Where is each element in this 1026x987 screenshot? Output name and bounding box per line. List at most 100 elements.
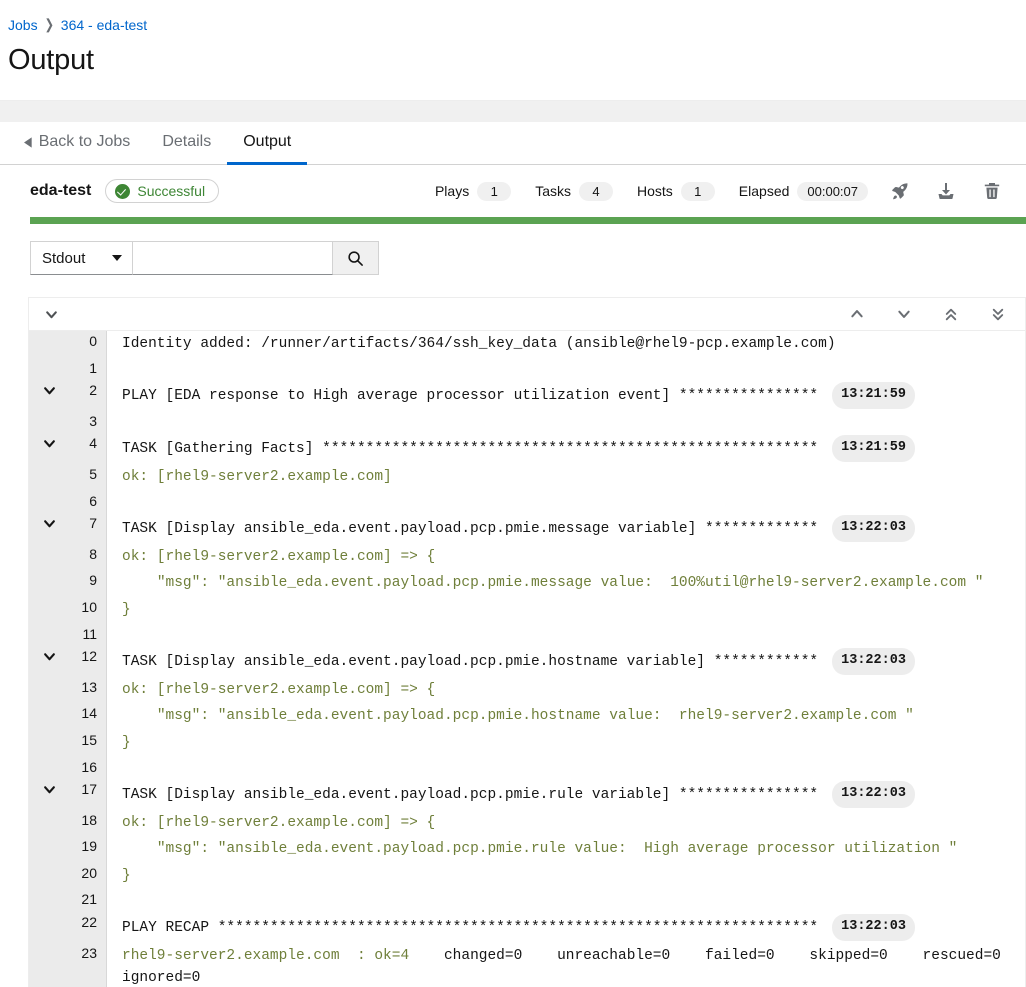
line-number: 13	[81, 678, 97, 695]
line-toggle-spacer	[29, 730, 69, 734]
tab-output-label: Output	[243, 133, 292, 150]
output-line: 21	[29, 889, 1025, 912]
line-toggle-spacer	[29, 889, 69, 893]
line-number: 2	[89, 382, 97, 399]
output-line: 2 PLAY [EDA response to High average proc…	[29, 380, 1025, 411]
line-number: 11	[82, 625, 97, 642]
line-text: "msg": "ansible_eda.event.payload.pcp.pm…	[122, 575, 984, 592]
console-toolbar	[29, 298, 1025, 331]
scroll-next-icon[interactable]	[897, 307, 911, 321]
line-toggle-chevron-down-icon[interactable]	[29, 513, 69, 530]
tab-back-to-jobs-label: Back to Jobs	[38, 133, 131, 150]
job-name: eda-test	[30, 182, 92, 199]
line-toggle-spacer	[29, 677, 69, 681]
line-number: 9	[89, 572, 97, 589]
scroll-first-icon[interactable]	[944, 307, 958, 322]
line-toggle-chevron-down-icon[interactable]	[29, 646, 69, 663]
expand-all-chevron-down-icon[interactable]	[45, 308, 58, 321]
header-divider-band	[0, 100, 1026, 122]
output-line: 1	[29, 358, 1025, 381]
delete-icon[interactable]	[982, 181, 1002, 201]
line-toggle-spacer	[29, 863, 69, 867]
output-line: 19 "msg": "ansible_eda.event.payload.pcp…	[29, 836, 1025, 863]
stat-elapsed: Elapsed 00:00:07	[738, 181, 868, 201]
line-number: 22	[81, 914, 97, 931]
output-line: 20}	[29, 863, 1025, 890]
output-type-select[interactable]: Stdout	[30, 241, 133, 275]
line-text: TASK [Display ansible_eda.event.payload.…	[106, 779, 1025, 810]
output-line: 11	[29, 624, 1025, 647]
stat-hosts-label: Hosts	[637, 183, 673, 199]
output-line-list: 0 Identity added: /runner/artifacts/364/s…	[29, 331, 1025, 987]
recap-host-ok: rhel9-server2.example.com : ok=4	[122, 947, 410, 964]
output-line: 23 rhel9-server2.example.com : ok=4 chang…	[29, 943, 1025, 987]
line-number: 14	[81, 705, 97, 722]
output-line: 15}	[29, 730, 1025, 757]
stat-elapsed-value: 00:00:07	[797, 181, 868, 201]
line-number: 7	[89, 515, 97, 532]
search-button[interactable]	[333, 241, 379, 275]
line-timestamp: 13:22:03	[832, 781, 915, 808]
stat-tasks-value: 4	[579, 181, 613, 201]
output-line: 5 ok: [rhel9-server2.example.com]	[29, 464, 1025, 491]
line-toggle-chevron-down-icon[interactable]	[29, 433, 69, 450]
check-circle-icon	[115, 183, 131, 199]
tab-output[interactable]: Output	[227, 122, 308, 165]
line-toggle-spacer	[29, 464, 69, 468]
line-text: PLAY [EDA response to High average proce…	[106, 380, 1025, 411]
breadcrumb: Jobs ❯ 364 - eda-test	[8, 16, 1026, 34]
line-number: 15	[81, 731, 97, 748]
line-number: 23	[81, 944, 97, 961]
line-text	[106, 491, 1025, 495]
line-text	[106, 411, 1025, 415]
output-line: 6	[29, 491, 1025, 514]
line-toggle-spacer	[29, 597, 69, 601]
line-number: 10	[81, 598, 97, 615]
scroll-previous-icon[interactable]	[850, 307, 864, 321]
status-badge[interactable]: Successful	[105, 179, 220, 203]
output-line: 22 PLAY RECAP ***************************…	[29, 912, 1025, 943]
output-line: 9 "msg": "ansible_eda.event.payload.pcp.…	[29, 570, 1025, 597]
tab-back-to-jobs[interactable]: ◀ Back to Jobs	[8, 122, 146, 165]
line-number: 16	[81, 758, 97, 775]
line-text: TASK [Gathering Facts] *****************…	[106, 433, 1025, 464]
line-text: rhel9-server2.example.com : ok=4 changed…	[106, 943, 1025, 987]
job-status-header: eda-test Successful Plays 1 Tasks 4 Host…	[0, 165, 1026, 215]
line-toggle-spacer	[29, 703, 69, 707]
scroll-last-icon[interactable]	[991, 307, 1005, 322]
line-timestamp: 13:22:03	[832, 914, 915, 941]
line-text: }	[122, 601, 131, 618]
stat-elapsed-label: Elapsed	[738, 183, 790, 199]
line-number: 4	[89, 435, 97, 452]
line-toggle-spacer	[29, 544, 69, 548]
stat-tasks: Tasks 4	[535, 181, 613, 201]
stat-plays: Plays 1	[435, 181, 512, 201]
status-badge-label: Successful	[137, 183, 206, 199]
line-number: 19	[81, 838, 97, 855]
breadcrumb-item-jobs[interactable]: Jobs	[8, 16, 38, 34]
tab-details[interactable]: Details	[146, 122, 227, 165]
line-number: 17	[81, 781, 97, 798]
output-console: 0 Identity added: /runner/artifacts/364/s…	[28, 297, 1026, 987]
tab-bar: ◀ Back to Jobs Details Output	[0, 122, 1026, 165]
line-timestamp: 13:21:59	[832, 435, 915, 462]
line-text	[106, 624, 1025, 628]
line-text: "msg": "ansible_eda.event.payload.pcp.pm…	[122, 708, 914, 725]
breadcrumb-item-job[interactable]: 364 - eda-test	[61, 16, 147, 34]
download-icon[interactable]	[936, 181, 956, 201]
line-toggle-chevron-down-icon[interactable]	[29, 779, 69, 796]
console-nav-controls	[850, 307, 1011, 322]
line-text	[106, 358, 1025, 362]
line-number: 5	[89, 465, 97, 482]
line-number: 21	[81, 891, 97, 908]
line-toggle-spacer	[29, 810, 69, 814]
relaunch-icon[interactable]	[890, 181, 910, 201]
search-input[interactable]	[133, 241, 333, 275]
line-timestamp: 13:22:03	[832, 648, 915, 675]
tab-details-label: Details	[162, 133, 212, 150]
breadcrumb-separator-icon: ❯	[44, 17, 54, 33]
line-timestamp: 13:21:59	[832, 382, 915, 409]
line-toggle-chevron-down-icon[interactable]	[29, 380, 69, 397]
output-line: 16	[29, 757, 1025, 780]
output-type-select-value: Stdout	[42, 249, 86, 267]
